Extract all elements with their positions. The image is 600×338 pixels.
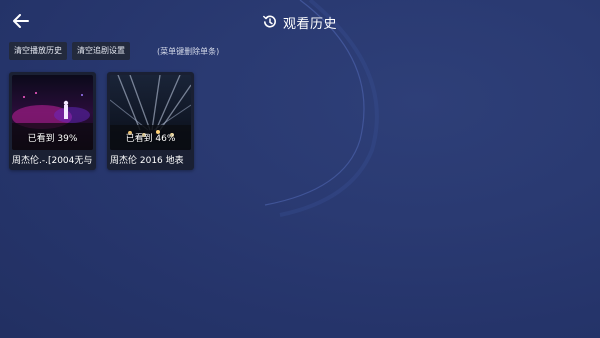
delete-hint: (菜单键删除单条) bbox=[157, 46, 220, 56]
clear-history-button[interactable]: 清空播放历史 bbox=[9, 42, 67, 60]
page-title: 观看历史 bbox=[282, 16, 337, 32]
history-item[interactable]: 已看到 39% 周杰伦.-.[2004无与 bbox=[9, 72, 96, 170]
toolbar: 清空播放历史 清空追剧设置 (菜单键删除单条) bbox=[9, 42, 219, 60]
watch-progress: 已看到 46% bbox=[125, 134, 176, 144]
video-title: 周杰伦.-.[2004无与 bbox=[12, 156, 93, 166]
history-icon bbox=[263, 15, 276, 28]
clear-follow-settings-button[interactable]: 清空追剧设置 bbox=[72, 42, 130, 60]
watch-progress: 已看到 39% bbox=[27, 134, 78, 144]
header: 观看历史 bbox=[0, 0, 600, 42]
video-title: 周杰伦 2016 地表 bbox=[110, 156, 184, 166]
video-thumbnail: 已看到 46% bbox=[110, 75, 191, 150]
video-thumbnail: 已看到 39% bbox=[12, 75, 93, 150]
history-grid: 已看到 39% 周杰伦.-.[2004无与 已看到 46% 周杰伦 2016 地… bbox=[9, 72, 194, 170]
history-item[interactable]: 已看到 46% 周杰伦 2016 地表 bbox=[107, 72, 194, 170]
page-title-group: 观看历史 bbox=[0, 12, 600, 32]
